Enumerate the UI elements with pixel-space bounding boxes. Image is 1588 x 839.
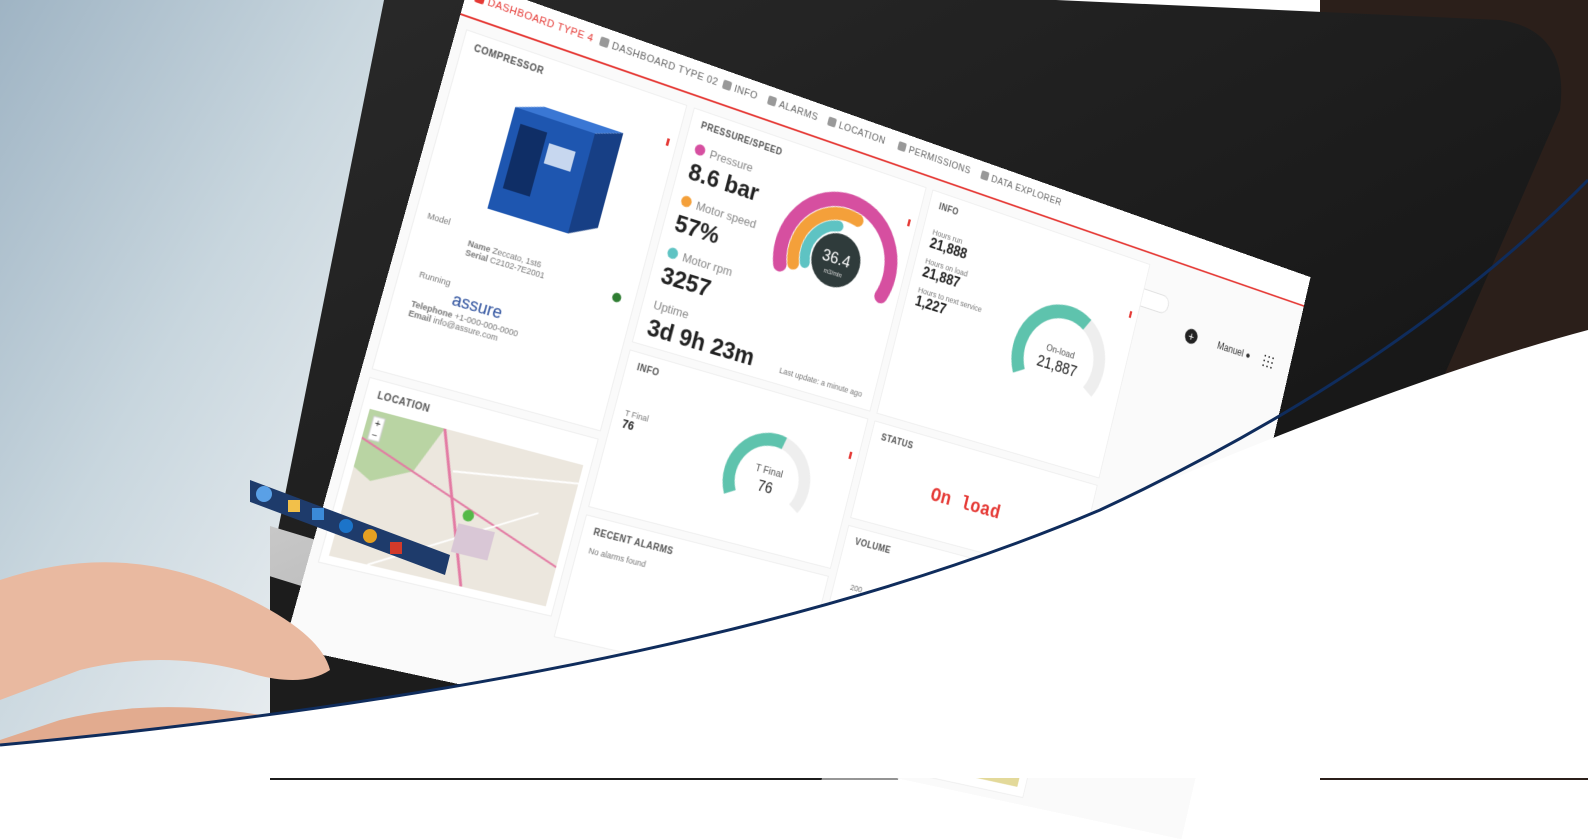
scene: Dashboard type 4 Dashboard type 02 Info … (0, 0, 1588, 839)
white-wave (0, 330, 1588, 778)
brand-curve (0, 178, 1588, 778)
